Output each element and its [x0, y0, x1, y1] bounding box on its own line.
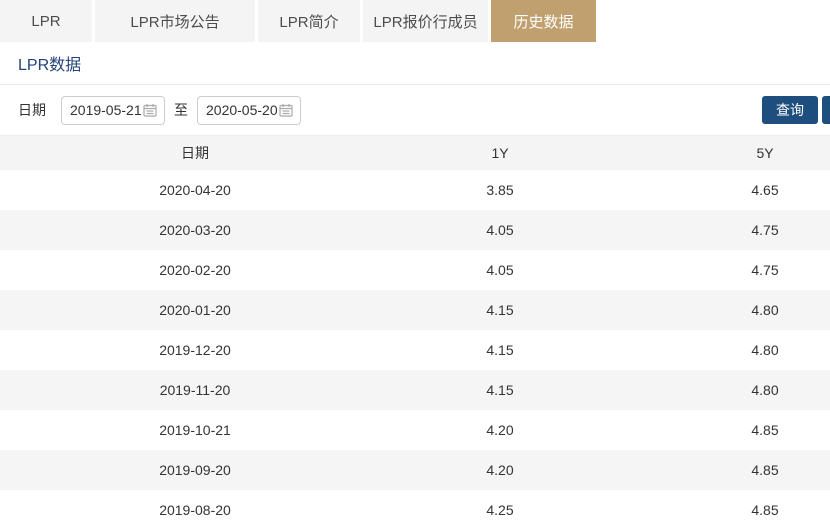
- clipped-button-right-edge[interactable]: [822, 96, 830, 124]
- cell-5y: 4.85: [610, 462, 830, 478]
- table-row: 2019-08-20 4.25 4.85: [0, 490, 830, 526]
- table-row: 2019-09-20 4.20 4.85: [0, 450, 830, 490]
- cell-1y: 4.25: [390, 502, 610, 518]
- column-header-1y: 1Y: [390, 145, 610, 161]
- cell-1y: 3.85: [390, 182, 610, 198]
- cell-5y: 4.65: [610, 182, 830, 198]
- page-title: LPR数据: [18, 51, 81, 75]
- date-filter-label: 日期: [18, 100, 46, 120]
- cell-date: 2020-03-20: [0, 222, 390, 238]
- table-row: 2020-03-20 4.05 4.75: [0, 210, 830, 250]
- table-row: 2020-04-20 3.85 4.65: [0, 170, 830, 210]
- cell-5y: 4.85: [610, 502, 830, 518]
- cell-date: 2020-04-20: [0, 182, 390, 198]
- cell-5y: 4.75: [610, 262, 830, 278]
- tab-lpr-intro[interactable]: LPR简介: [258, 0, 360, 42]
- query-button[interactable]: 查询: [762, 96, 818, 124]
- date-filter-row: 日期 2019-05-21 至 2020-05-20 查询: [0, 85, 830, 135]
- cell-5y: 4.80: [610, 302, 830, 318]
- table-row: 2020-02-20 4.05 4.75: [0, 250, 830, 290]
- tab-lpr-market-notice[interactable]: LPR市场公告: [95, 0, 255, 42]
- date-range-to-label: 至: [174, 100, 188, 120]
- cell-1y: 4.05: [390, 262, 610, 278]
- column-header-date: 日期: [0, 143, 390, 163]
- cell-date: 2019-10-21: [0, 422, 390, 438]
- cell-1y: 4.05: [390, 222, 610, 238]
- table-row: 2019-10-21 4.20 4.85: [0, 410, 830, 450]
- tab-history-data[interactable]: 历史数据: [491, 0, 596, 42]
- start-date-input[interactable]: 2019-05-21: [61, 96, 165, 125]
- cell-date: 2019-08-20: [0, 502, 390, 518]
- cell-date: 2019-09-20: [0, 462, 390, 478]
- table-row: 2019-11-20 4.15 4.80: [0, 370, 830, 410]
- table-row: 2020-01-20 4.15 4.80: [0, 290, 830, 330]
- end-date-value: 2020-05-20: [206, 102, 278, 118]
- calendar-icon[interactable]: [279, 103, 293, 117]
- cell-1y: 4.15: [390, 382, 610, 398]
- start-date-value: 2019-05-21: [70, 102, 142, 118]
- calendar-icon[interactable]: [143, 103, 157, 117]
- table-header-row: 日期 1Y 5Y: [0, 135, 830, 170]
- column-header-5y: 5Y: [610, 145, 830, 161]
- cell-1y: 4.15: [390, 342, 610, 358]
- tab-bar: LPR LPR市场公告 LPR简介 LPR报价行成员 历史数据: [0, 0, 830, 42]
- table-row: 2019-12-20 4.15 4.80: [0, 330, 830, 370]
- end-date-input[interactable]: 2020-05-20: [197, 96, 301, 125]
- lpr-data-table: 日期 1Y 5Y 2020-04-20 3.85 4.65 2020-03-20…: [0, 135, 830, 526]
- tab-lpr[interactable]: LPR: [0, 0, 92, 42]
- cell-1y: 4.20: [390, 422, 610, 438]
- cell-5y: 4.80: [610, 382, 830, 398]
- title-row: LPR数据: [0, 42, 830, 85]
- cell-date: 2020-02-20: [0, 262, 390, 278]
- cell-5y: 4.80: [610, 342, 830, 358]
- cell-date: 2020-01-20: [0, 302, 390, 318]
- cell-1y: 4.20: [390, 462, 610, 478]
- cell-date: 2019-12-20: [0, 342, 390, 358]
- cell-date: 2019-11-20: [0, 382, 390, 398]
- cell-5y: 4.85: [610, 422, 830, 438]
- cell-1y: 4.15: [390, 302, 610, 318]
- tab-lpr-quoting-banks[interactable]: LPR报价行成员: [363, 0, 488, 42]
- cell-5y: 4.75: [610, 222, 830, 238]
